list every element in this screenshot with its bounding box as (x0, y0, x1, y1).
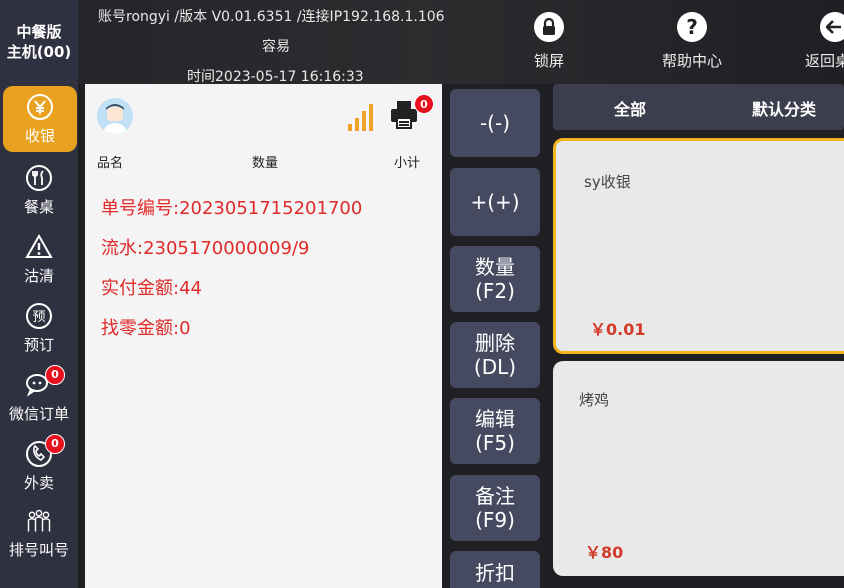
note-label: 备注 (475, 484, 515, 508)
col-item-name: 品名 (97, 156, 124, 171)
quantity-shortcut: (F2) (475, 279, 515, 303)
time-display: 时间2023-05-17 16:16:33 (187, 69, 364, 85)
back-to-table-label: 返回桌 (805, 52, 844, 70)
brand-line-1: 中餐版 (16, 23, 62, 41)
warning-icon (25, 233, 53, 261)
help-center-button[interactable]: ? 帮助中心 (647, 12, 737, 76)
product-price: ￥80 (585, 543, 624, 562)
quantity-button[interactable]: 数量 (F2) (450, 246, 540, 312)
nav-label-queue: 排号叫号 (8, 540, 69, 559)
decrease-button[interactable]: -(-) (450, 89, 540, 157)
printer-button[interactable]: 0 (388, 94, 434, 132)
reserve-icon: 预 (25, 302, 53, 330)
delete-button[interactable]: 删除 (DL) (450, 322, 540, 388)
nav-item-soldout[interactable]: 沽清 (0, 226, 78, 292)
top-header: 中餐版 主机(00) 账号rongyi /版本 V0.01.6351 /连接IP… (0, 0, 844, 85)
signal-icon (347, 102, 375, 136)
brand-block: 中餐版 主机(00) (0, 0, 78, 84)
help-center-label: 帮助中心 (661, 52, 722, 70)
quantity-label: 数量 (475, 255, 515, 279)
nav-label-soldout: 沽清 (23, 266, 54, 285)
order-number: 单号编号:2023051715201700 (101, 198, 363, 219)
order-panel: 0 品名 数量 小计 单号编号:2023051715201700 流水:2305… (85, 84, 442, 588)
delete-label: 删除 (475, 331, 515, 355)
nav-item-wechat-orders[interactable]: 0 微信订单 (0, 364, 78, 430)
product-name: sy收银 (584, 173, 631, 191)
discount-button[interactable]: 折扣 (450, 551, 540, 588)
product-name: 烤鸡 (579, 391, 610, 409)
category-bar: 全部 默认分类 (553, 84, 844, 130)
takeout-badge: 0 (45, 433, 65, 454)
left-nav: 收银 餐桌 沽清 预 预订 0 微信订单 0 外卖 排号叫号 (0, 84, 78, 588)
lock-screen-label: 锁屏 (533, 52, 564, 70)
edit-shortcut: (F5) (475, 431, 515, 455)
dining-icon (25, 164, 53, 192)
shop-name: 容易 (262, 39, 290, 55)
product-card[interactable]: 烤鸡 ￥80 (553, 361, 844, 576)
account-info: 账号rongyi /版本 V0.01.6351 /连接IP192.168.1.1… (98, 9, 445, 25)
product-price: ￥0.01 (590, 320, 646, 339)
nav-label-takeout: 外卖 (23, 473, 54, 492)
printer-badge: 0 (414, 94, 434, 114)
lock-screen-button[interactable]: 锁屏 (504, 12, 594, 76)
note-button[interactable]: 备注 (F9) (450, 475, 540, 541)
col-subtotal: 小计 (394, 156, 421, 171)
brand-line-2: 主机(00) (6, 43, 72, 61)
lock-icon (534, 12, 564, 42)
back-to-table-button[interactable]: 返回桌 (792, 12, 844, 76)
delete-shortcut: (DL) (473, 355, 517, 379)
paid-amount: 实付金额:44 (101, 278, 202, 299)
increase-button[interactable]: +(+) (450, 168, 540, 236)
category-default-tab[interactable]: 默认分类 (752, 96, 816, 120)
nav-label-cashier: 收银 (24, 126, 55, 145)
col-quantity: 数量 (252, 156, 279, 171)
phone-icon: 0 (25, 433, 65, 468)
back-icon (820, 12, 844, 42)
svg-text:预: 预 (32, 310, 45, 325)
nav-item-cashier[interactable]: 收银 (3, 86, 77, 152)
help-icon: ? (677, 12, 707, 42)
edit-label: 编辑 (475, 407, 515, 431)
nav-item-takeout[interactable]: 0 外卖 (0, 433, 78, 499)
category-all-tab[interactable]: 全部 (614, 96, 646, 120)
edit-button[interactable]: 编辑 (F5) (450, 398, 540, 464)
nav-item-reserve[interactable]: 预 预订 (0, 295, 78, 361)
wechat-icon: 0 (25, 364, 65, 399)
nav-item-dining[interactable]: 餐桌 (0, 157, 78, 223)
nav-label-wechat-orders: 微信订单 (8, 404, 69, 423)
note-shortcut: (F9) (475, 508, 515, 532)
product-card[interactable]: sy收银 ￥0.01 (553, 138, 844, 354)
nav-label-dining: 餐桌 (23, 197, 54, 216)
cashier-icon (26, 93, 54, 121)
wechat-order-badge: 0 (45, 364, 65, 385)
queue-icon (25, 507, 53, 535)
user-avatar[interactable] (97, 98, 133, 134)
change-amount: 找零金额:0 (101, 318, 191, 339)
nav-item-queue[interactable]: 排号叫号 (0, 500, 78, 566)
serial-number: 流水:2305170000009/9 (101, 238, 310, 259)
nav-label-reserve: 预订 (23, 335, 54, 354)
